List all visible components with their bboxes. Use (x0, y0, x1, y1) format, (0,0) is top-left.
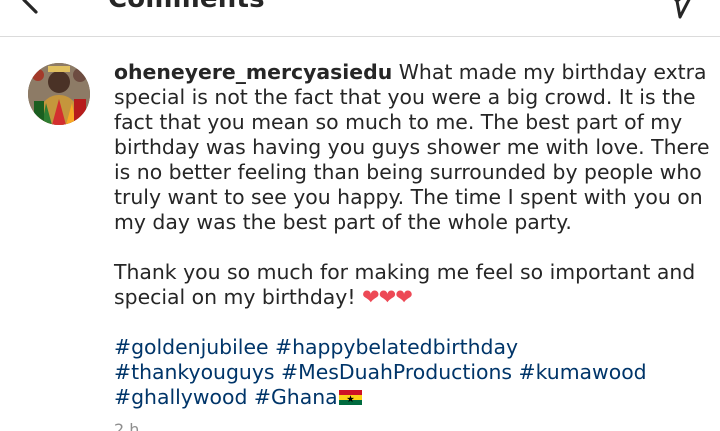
hashtag-mesduahproductions[interactable]: #MesDuahProductions (281, 360, 512, 384)
comments-screen: Comments oheneyere_mercyasiedu What made… (0, 0, 720, 431)
comment-paragraph-2: Thank you so much for making me feel so … (114, 260, 710, 310)
back-arrow-icon[interactable] (14, 0, 50, 18)
hashtag-list: #goldenjubilee #happybelatedbirthday #th… (114, 335, 674, 410)
comment-username[interactable]: oheneyere_mercyasiedu (114, 60, 392, 84)
page-title: Comments (108, 0, 265, 14)
ghana-flag-icon (338, 386, 362, 405)
hashtag-happybelatedbirthday[interactable]: #happybelatedbirthday (275, 335, 518, 359)
hashtag-kumawood[interactable]: #kumawood (519, 360, 647, 384)
hashtag-goldenjubilee[interactable]: #goldenjubilee (114, 335, 269, 359)
comment-timestamp: 2 h (114, 420, 140, 431)
send-icon[interactable] (662, 0, 698, 20)
hashtag-ghallywood[interactable]: #ghallywood (114, 385, 247, 409)
comment-body: oheneyere_mercyasiedu What made my birth… (114, 60, 710, 410)
comment-text: What made my birthday extra special is n… (114, 60, 710, 234)
hashtag-thankyouguys[interactable]: #thankyouguys (114, 360, 275, 384)
hashtag-ghana[interactable]: #Ghana (254, 385, 338, 409)
header-divider (0, 36, 720, 37)
avatar[interactable] (28, 63, 90, 125)
heart-emojis: ❤❤❤ (362, 285, 413, 309)
top-bar: Comments (0, 0, 720, 38)
comment-paragraph: oheneyere_mercyasiedu What made my birth… (114, 60, 710, 235)
